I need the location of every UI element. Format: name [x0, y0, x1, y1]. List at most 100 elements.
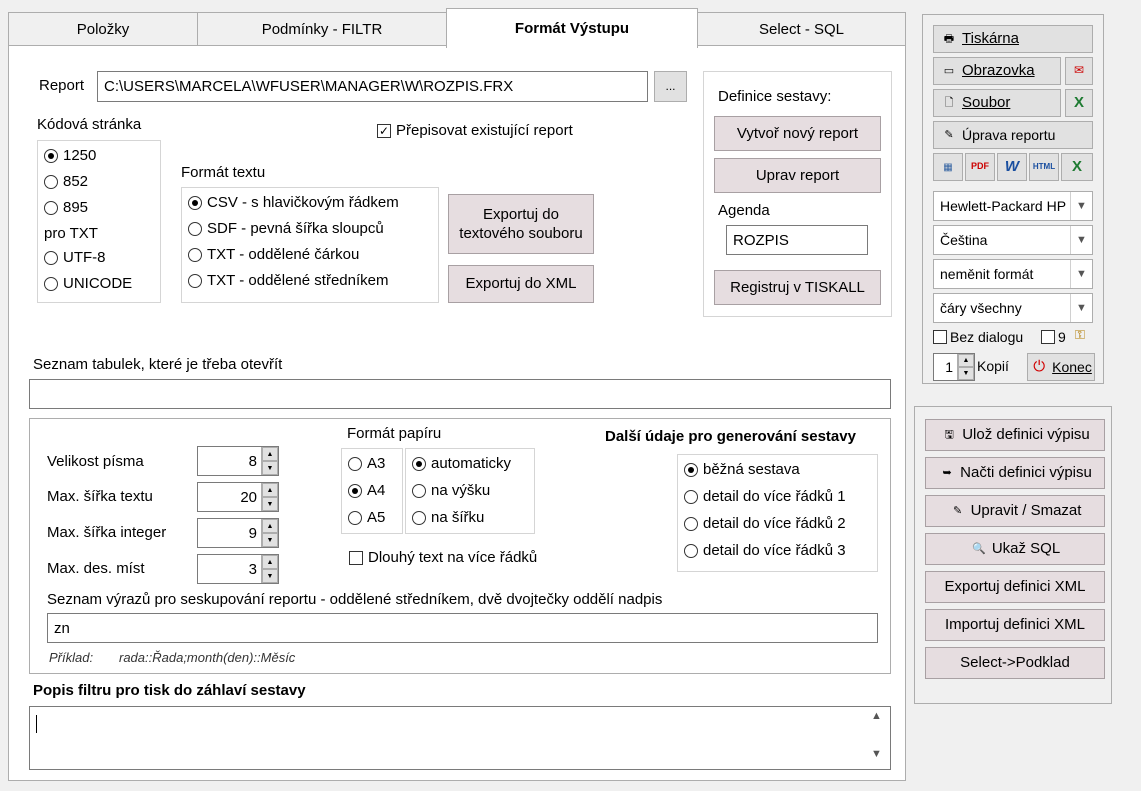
chevron-down-icon[interactable]: ▼: [1070, 260, 1092, 288]
stepper-buttons[interactable]: ▲ ▼: [261, 555, 278, 583]
button-label: Konec: [1052, 358, 1092, 375]
format-txt-comma-radio[interactable]: TXT - oddělené čárkou: [188, 246, 359, 263]
radio-dot: [44, 148, 58, 163]
scroll-up-icon[interactable]: ▲: [871, 710, 882, 722]
orient-portrait-radio[interactable]: na výšku: [412, 482, 490, 499]
checkbox-label: Přepisovat existující report: [396, 122, 573, 139]
overwrite-checkbox[interactable]: ✓ Přepisovat existující report: [377, 122, 573, 139]
excel-icon[interactable]: X: [1065, 89, 1093, 117]
stepper-buttons[interactable]: ▲ ▼: [261, 483, 278, 511]
edit-report-output-button[interactable]: ✎ Úprava reportu: [933, 121, 1093, 149]
chevron-down-icon[interactable]: ▼: [262, 533, 278, 547]
radio-label: detail do více řádků 2: [703, 515, 846, 532]
more-detail2-radio[interactable]: detail do více řádků 2: [684, 515, 846, 532]
edit-delete-button[interactable]: ✎ Upravit / Smazat: [925, 495, 1105, 527]
format-csv-radio[interactable]: CSV - s hlavičkovým řádkem: [188, 194, 399, 211]
scroll-down-icon[interactable]: ▼: [871, 748, 882, 760]
export-xml-button[interactable]: Exportuj do XML: [448, 265, 594, 303]
chevron-down-icon[interactable]: ▼: [1070, 226, 1092, 254]
load-definition-button[interactable]: ➥ Načti definici výpisu: [925, 457, 1105, 489]
nine-checkbox[interactable]: 9: [1041, 329, 1066, 345]
more-detail1-radio[interactable]: detail do více řádků 1: [684, 488, 846, 505]
export-xml-definition-button[interactable]: Exportuj definici XML: [925, 571, 1105, 603]
codepage-utf8-radio[interactable]: UTF-8: [44, 249, 106, 266]
printer-select[interactable]: Hewlett-Packard HP ▼: [933, 191, 1093, 221]
chevron-down-icon[interactable]: ▼: [262, 461, 278, 475]
font-size-stepper[interactable]: 8 ▲ ▼: [197, 446, 279, 476]
paper-a3-radio[interactable]: A3: [348, 455, 385, 472]
html-icon[interactable]: HTML: [1029, 153, 1059, 181]
int-width-stepper[interactable]: 9 ▲ ▼: [197, 518, 279, 548]
more-normal-radio[interactable]: běžná sestava: [684, 461, 800, 478]
new-report-button[interactable]: Vytvoř nový report: [714, 116, 881, 151]
chevron-up-icon[interactable]: ▲: [958, 354, 974, 367]
wand-icon: ✎: [944, 128, 954, 141]
stepper-buttons[interactable]: ▲ ▼: [261, 519, 278, 547]
key-icon[interactable]: ⚿: [1075, 327, 1085, 343]
chevron-down-icon[interactable]: ▼: [1070, 192, 1092, 220]
more-detail3-radio[interactable]: detail do více řádků 3: [684, 542, 846, 559]
orient-auto-radio[interactable]: automaticky: [412, 455, 511, 472]
decimals-stepper[interactable]: 3 ▲ ▼: [197, 554, 279, 584]
tab-label: Položky: [76, 21, 130, 38]
show-sql-button[interactable]: 🔍 Ukaž SQL: [925, 533, 1105, 565]
codepage-1250-radio[interactable]: 1250: [44, 147, 96, 164]
checkbox-label: Bez dialogu: [950, 329, 1024, 345]
register-button[interactable]: Registruj v TISKALL: [714, 270, 881, 305]
grouping-input[interactable]: zn: [47, 613, 878, 643]
stepper-buttons[interactable]: ▲ ▼: [261, 447, 278, 475]
tab-format-vystupu[interactable]: Formát Výstupu: [446, 8, 698, 48]
end-button[interactable]: ⏻ Konec: [1027, 353, 1095, 381]
screen-button[interactable]: ▭ Obrazovka: [933, 57, 1061, 85]
format-select[interactable]: neměnit formát ▼: [933, 259, 1093, 289]
select-to-source-button[interactable]: Select->Podklad: [925, 647, 1105, 679]
chevron-down-icon[interactable]: ▼: [262, 569, 278, 583]
chevron-up-icon[interactable]: ▲: [262, 555, 278, 569]
language-select[interactable]: Čeština ▼: [933, 225, 1093, 255]
longtext-checkbox[interactable]: Dlouhý text na více řádků: [349, 549, 537, 566]
chevron-down-icon[interactable]: ▼: [958, 367, 974, 380]
paper-a4-radio[interactable]: A4: [348, 482, 385, 499]
edit-icon: ✎: [952, 504, 963, 517]
file-button[interactable]: 🗋 Soubor: [933, 89, 1061, 117]
import-xml-definition-button[interactable]: Importuj definici XML: [925, 609, 1105, 641]
xlsx-icon[interactable]: X: [1061, 153, 1093, 181]
copies-stepper[interactable]: 1 ▲ ▼: [933, 353, 975, 381]
table-icon[interactable]: ▦: [933, 153, 963, 181]
text-width-stepper[interactable]: 20 ▲ ▼: [197, 482, 279, 512]
tab-polozky[interactable]: Položky: [8, 12, 198, 46]
pdf-icon[interactable]: PDF: [965, 153, 995, 181]
no-dialog-checkbox[interactable]: Bez dialogu: [933, 329, 1023, 345]
chevron-down-icon[interactable]: ▼: [1070, 294, 1092, 322]
browse-button[interactable]: ...: [654, 71, 687, 102]
codepage-895-radio[interactable]: 895: [44, 199, 88, 216]
report-path-input[interactable]: C:\USERS\MARCELA\WFUSER\MANAGER\W\ROZPIS…: [97, 71, 648, 102]
format-sdf-radio[interactable]: SDF - pevná šířka sloupců: [188, 220, 384, 237]
tab-select-sql[interactable]: Select - SQL: [697, 12, 906, 46]
orient-landscape-radio[interactable]: na šířku: [412, 509, 484, 526]
chevron-up-icon[interactable]: ▲: [262, 483, 278, 497]
printer-button[interactable]: 🖶 Tiskárna: [933, 25, 1093, 53]
tab-podminky-filtr[interactable]: Podmínky - FILTR: [197, 12, 447, 46]
lines-select[interactable]: čáry všechny ▼: [933, 293, 1093, 323]
format-txt-semicolon-radio[interactable]: TXT - oddělené středníkem: [188, 272, 388, 289]
edit-report-button[interactable]: Uprav report: [714, 158, 881, 193]
button-label: Ukaž SQL: [991, 540, 1061, 558]
word-icon[interactable]: W: [997, 153, 1027, 181]
save-definition-button[interactable]: 🖫 Ulož definici výpisu: [925, 419, 1105, 451]
stepper-buttons[interactable]: ▲ ▼: [957, 354, 974, 380]
paper-a5-radio[interactable]: A5: [348, 509, 385, 526]
codepage-852-radio[interactable]: 852: [44, 173, 88, 190]
chevron-up-icon[interactable]: ▲: [262, 447, 278, 461]
filter-textarea[interactable]: [29, 706, 891, 770]
tables-label: Seznam tabulek, které je třeba otevřít: [33, 356, 283, 373]
export-text-button[interactable]: Exportuj do textového souboru: [448, 194, 594, 254]
chevron-up-icon[interactable]: ▲: [262, 519, 278, 533]
email-icon[interactable]: ✉: [1065, 57, 1093, 85]
tables-input[interactable]: [29, 379, 891, 409]
chevron-down-icon[interactable]: ▼: [262, 497, 278, 511]
codepage-unicode-radio[interactable]: UNICODE: [44, 275, 132, 292]
select-value: Čeština: [940, 232, 988, 248]
radio-dot: [348, 456, 362, 471]
agenda-input[interactable]: ROZPIS: [726, 225, 868, 255]
